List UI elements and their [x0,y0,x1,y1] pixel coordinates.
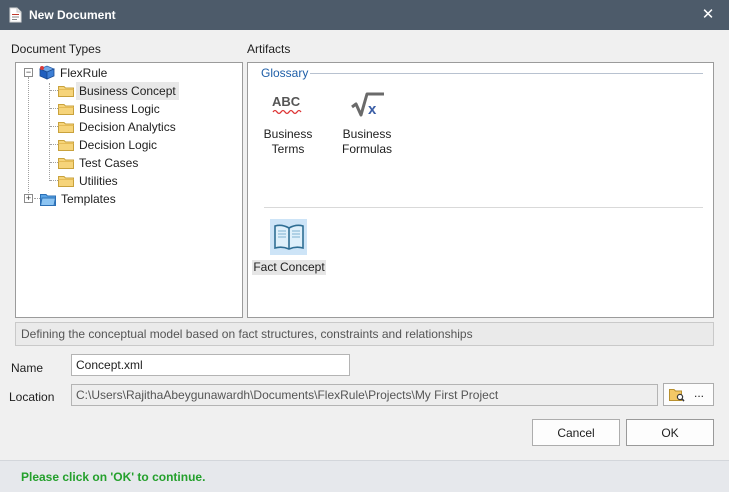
close-icon[interactable]: ✕ [698,5,718,25]
abc-spellcheck-icon: ABC [272,94,302,115]
artifact-business-terms[interactable]: ABC Business Terms [258,89,318,159]
artifact-business-formulas[interactable]: x Business Formulas [336,89,398,159]
tree-item-label: Decision Logic [79,138,158,152]
folder-icon [58,122,74,133]
artifact-label: Business [342,127,392,141]
artifacts-panel: Glossary ABC Business Terms x Business F… [247,62,714,318]
new-document-dialog: Document Types Artifacts − FlexRule Busi… [0,30,729,460]
browse-label: ... [694,386,705,400]
folder-icon [58,86,74,97]
document-types-label: Document Types [11,42,101,56]
templates-folder-icon [40,194,56,206]
svg-text:x: x [368,101,377,118]
group-title-glossary: Glossary [261,66,309,80]
location-input[interactable]: C:\Users\RajithaAbeygunawardh\Documents\… [71,384,658,406]
name-label: Name [11,361,44,375]
ok-button[interactable]: OK [626,419,714,446]
artifact-label: Fact Concept [252,260,326,275]
title-bar: New Document ✕ [0,0,729,30]
artifact-label: Business [263,127,313,141]
artifact-label: Terms [271,142,305,156]
folder-icon [58,140,74,151]
tree-item-label: Test Cases [79,156,139,170]
cancel-button[interactable]: Cancel [532,419,620,446]
tree-item-label: Utilities [79,174,118,188]
tree-item-label: FlexRule [60,66,108,80]
document-types-tree[interactable]: − FlexRule Business Concept Business Log… [15,62,243,318]
flexrule-cube-icon [38,65,55,80]
status-bar: Please click on 'OK' to continue. [0,460,729,492]
artifacts-label: Artifacts [247,42,291,56]
collapse-icon[interactable]: − [24,68,33,77]
folder-icon [58,176,74,187]
group-divider [310,73,703,74]
artifact-description: Defining the conceptual model based on f… [15,322,714,346]
folder-search-icon [669,389,685,402]
folder-icon [58,158,74,169]
section-divider [264,207,703,208]
artifact-label: Formulas [341,142,392,156]
svg-text:ABC: ABC [272,94,301,109]
status-message: Please click on 'OK' to continue. [21,470,206,484]
browse-button[interactable]: ... [663,383,714,406]
folder-icon [58,104,74,115]
tree-item-label: Business Concept [76,82,179,100]
new-document-icon [9,7,22,23]
sqrt-x-icon: x [351,92,384,118]
window-title: New Document [29,8,116,22]
tree-item-label: Templates [61,192,116,206]
location-label: Location [9,390,55,404]
expand-icon[interactable]: + [24,194,33,203]
artifact-fact-concept[interactable]: Fact Concept [252,219,326,275]
name-input[interactable] [71,354,350,376]
open-book-icon [274,224,304,250]
tree-item-label: Decision Analytics [79,120,176,134]
tree-item-label: Business Logic [79,102,160,116]
